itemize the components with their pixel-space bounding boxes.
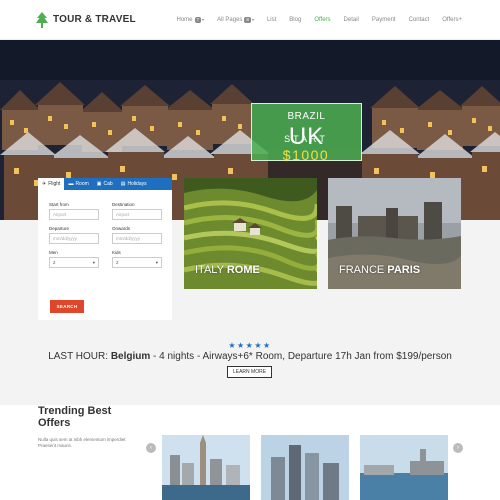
card-country: ITALY [195,264,224,276]
card-city: PARIS [387,264,421,276]
nav-all-pages-label: All Pages [217,16,243,23]
trending-title-line2: Offers [38,417,71,429]
destination-card-paris[interactable]: FRANCE PARIS [328,178,461,289]
carousel-next-button[interactable]: › [453,443,463,453]
skyscrapers-image [261,435,349,500]
trending-thumb-2[interactable] [261,435,349,500]
card-city: ROME [226,264,260,276]
start-label: START [284,134,328,144]
carousel-prev-button[interactable]: ‹ [146,443,156,453]
bed-icon: ▬ [68,181,74,187]
caret-down-icon: ▾ [155,259,158,265]
nav-home-badge: 7 [194,16,202,23]
destination-placeholder: Airport [116,212,130,217]
main-nav: Home 7 ▾ All Pages 8 ▾ List Blog Offers … [164,16,462,23]
car-icon: ▣ [96,181,102,187]
search-button[interactable]: SEARCH [50,300,84,313]
nav-blog[interactable]: Blog [289,17,301,23]
tab-cab-label: Cab [103,181,113,187]
onwards-date-input[interactable]: mm/dd/yyyy [112,233,162,244]
tab-room-label: Room [75,181,89,187]
last-hour-destination: Belgium [110,351,151,362]
start-price: $1000 [282,147,330,163]
tab-holidays-label: Holidays [127,181,147,187]
card-label-paris: FRANCE PARIS [339,264,420,276]
last-hour-prefix: LAST HOUR: [48,351,109,362]
learn-more-button[interactable]: LEARN MORE [227,366,272,378]
nav-contact[interactable]: Contact [409,17,430,23]
nav-home-label: Home [176,16,193,23]
tab-holidays[interactable]: ▤ Holidays [117,178,151,190]
last-hour-details: - 4 nights - Airways+6* Room, Departure … [153,351,452,362]
caret-down-icon: ▾ [92,259,95,265]
men-label: Men [49,250,58,255]
nav-payment[interactable]: Payment [372,17,396,23]
start-from-input[interactable]: Airport [49,209,99,220]
logo[interactable]: TOUR & TRAVEL [35,11,136,28]
nav-all-pages[interactable]: All Pages 8 ▾ [217,16,254,23]
departure-placeholder: mm/dd/yyyy [53,236,78,241]
start-from-label: Start from [49,202,69,207]
card-label-rome: ITALY ROME [195,264,260,276]
trending-title-line1: Trending Best [38,405,112,417]
start-from-placeholder: Airport [53,212,67,217]
city-waterfront-image [162,435,250,500]
last-hour-text: LAST HOUR: Belgium - 4 nights - Airways+… [0,351,500,362]
tab-flight-label: Flight [48,181,61,187]
bay-city-image [360,435,448,500]
destination-card-rome[interactable]: ITALY ROME [184,178,317,289]
booking-panel: ✈ Flight ▬ Room ▣ Cab ▤ Holidays Start f… [38,178,172,320]
men-select[interactable]: 2 ▾ [49,257,99,268]
logo-text: TOUR & TRAVEL [53,14,136,25]
rating-stars: ★★★★★ [228,341,272,350]
promo-country: BRAZIL [287,111,326,122]
departure-label: Departure [49,226,70,231]
tab-flight[interactable]: ✈ Flight [38,178,65,190]
chevron-down-icon: ▾ [251,17,254,22]
page: TOUR & TRAVEL Home 7 ▾ All Pages 8 ▾ Lis… [0,0,500,500]
chevron-down-icon: ▾ [202,17,205,22]
destination-input[interactable]: Airport [112,209,162,220]
bag-icon: ▤ [120,181,126,187]
booking-tabs: ✈ Flight ▬ Room ▣ Cab ▤ Holidays [38,178,172,190]
departure-date-input[interactable]: mm/dd/yyyy [49,233,99,244]
nav-offers-plus[interactable]: Offers+ [442,17,462,23]
onwards-placeholder: mm/dd/yyyy [116,236,141,241]
trending-title: Trending Best Offers [38,405,138,429]
plane-icon: ✈ [42,181,47,187]
nav-list[interactable]: List [267,17,276,23]
tab-cab[interactable]: ▣ Cab [93,178,117,190]
onwards-label: Onwards [112,226,131,231]
nav-home[interactable]: Home 7 ▾ [176,16,205,23]
site-header: TOUR & TRAVEL Home 7 ▾ All Pages 8 ▾ Lis… [0,0,500,40]
destination-label: Destination [112,202,135,207]
booking-form: Start from Airport Destination Airport D… [38,190,172,268]
kids-select[interactable]: 2 ▾ [112,257,162,268]
trending-description: Nulla quis sem at nibh elementum imperdi… [38,437,126,448]
trending-thumb-1[interactable] [162,435,250,500]
trending-thumb-3[interactable] [360,435,448,500]
card-country: FRANCE [339,264,385,276]
tab-room[interactable]: ▬ Room [64,178,92,190]
nav-all-pages-badge: 8 [244,16,251,23]
tree-icon [36,11,48,28]
kids-label: Kids [112,250,121,255]
nav-detail[interactable]: Detail [344,17,359,23]
nav-offers[interactable]: Offers [314,17,330,23]
men-value: 2 [53,260,56,265]
kids-value: 2 [116,260,119,265]
